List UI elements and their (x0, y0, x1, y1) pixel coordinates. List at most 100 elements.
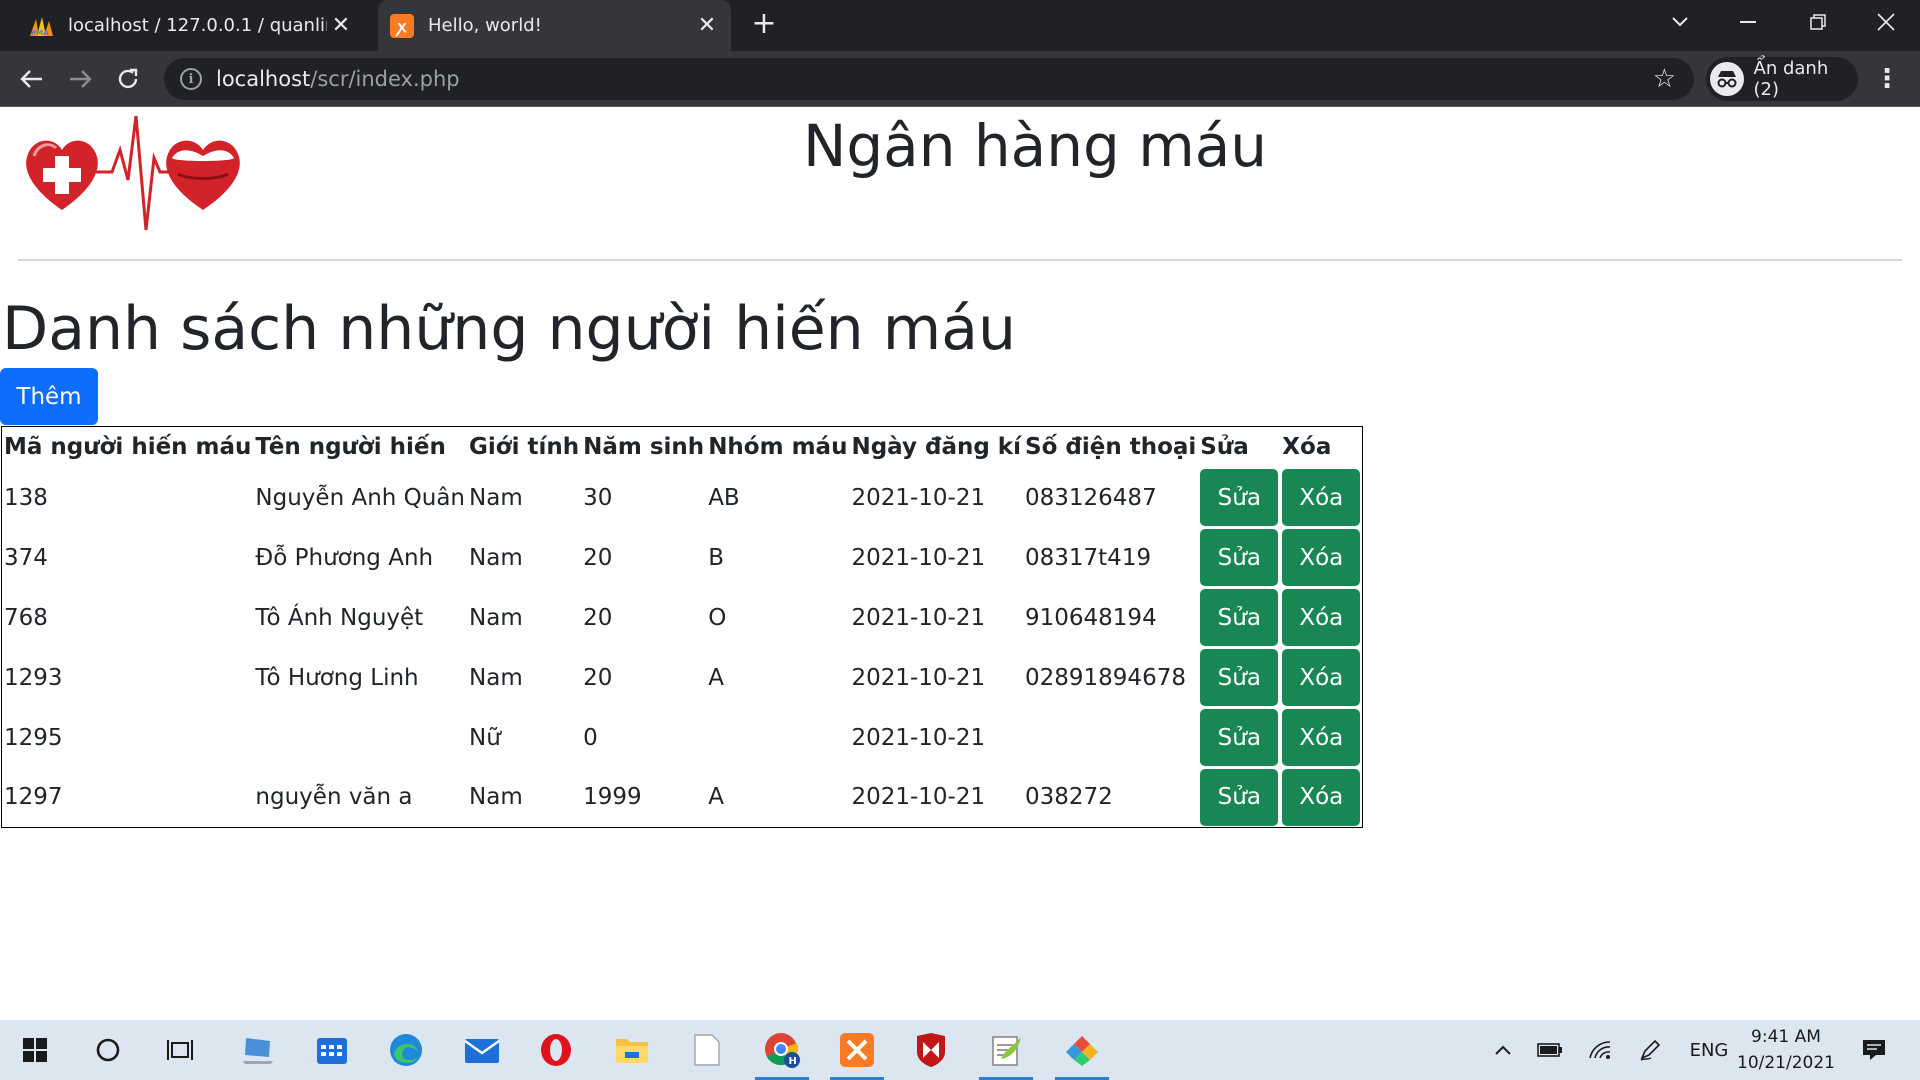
close-tab-icon[interactable]: ✕ (327, 13, 355, 38)
tab-search-chevron-icon[interactable] (1650, 0, 1710, 44)
chrome-browser-icon[interactable]: H (751, 1020, 813, 1080)
gender-cell: Nữ (469, 724, 501, 751)
reload-button[interactable] (108, 59, 148, 99)
notifications-icon[interactable] (1854, 1020, 1894, 1080)
search-circle-icon[interactable] (77, 1020, 139, 1080)
table-row: 768 Tô Ánh Nguyệt Nam 20 O 2021-10-21 91064819… (2, 588, 1363, 648)
incognito-icon (1710, 62, 1744, 96)
blank-document-icon[interactable] (676, 1020, 738, 1080)
svg-text:H: H (789, 1056, 797, 1067)
donor-id-cell: 374 (4, 544, 48, 571)
column-header: Sửa (1200, 434, 1249, 461)
restore-window-button[interactable] (1788, 0, 1848, 44)
delete-button[interactable]: Xóa (1282, 709, 1361, 766)
donor-name-cell: Tô Ánh Nguyệt (255, 604, 424, 631)
edit-button[interactable]: Sửa (1200, 649, 1279, 706)
blood-type-cell: B (708, 544, 724, 571)
site-info-icon[interactable]: i (180, 68, 202, 90)
phpmyadmin-icon: PMA (28, 15, 54, 37)
notepad-plus-plus-icon[interactable] (975, 1020, 1037, 1080)
add-donor-button[interactable]: Thêm (0, 368, 98, 425)
register-date-cell: 2021-10-21 (851, 604, 986, 631)
pen-input-icon[interactable] (1634, 1020, 1666, 1080)
site-title: Ngân hàng máu (802, 112, 1268, 180)
table-row: 1293 Tô Hương Linh Nam 20 A 2021-10-21 0289189… (2, 648, 1363, 708)
tab-hello-world[interactable]: ꭗ Hello, world! ✕ (378, 0, 731, 51)
delete-cell: Xóa (1280, 588, 1363, 648)
header-divider (18, 259, 1902, 261)
birth-year-cell: 0 (583, 724, 598, 751)
phone-cell: 08317t419 (1025, 544, 1152, 571)
windows-start-icon[interactable] (4, 1020, 66, 1080)
close-window-button[interactable] (1856, 0, 1916, 44)
donor-id-cell: 1297 (4, 784, 63, 811)
bookmark-star-icon[interactable]: ☆ (1653, 64, 1676, 94)
phone-cell (1023, 708, 1198, 768)
edit-cell: Sửa (1198, 588, 1280, 648)
delete-button[interactable]: Xóa (1282, 768, 1361, 826)
mcafee-shield-icon[interactable] (900, 1020, 962, 1080)
forward-button[interactable] (60, 59, 100, 99)
edit-button[interactable]: Sửa (1200, 469, 1279, 526)
edit-cell: Sửa (1198, 768, 1280, 828)
xampp-icon: ꭗ (390, 13, 414, 38)
browser-toolbar: i localhost/scr/index.php ☆ Ẩn danh (2) … (0, 51, 1920, 107)
system-clock[interactable]: 9:41 AM 10/21/2021 (1736, 1024, 1836, 1076)
birth-year-cell: 1999 (583, 784, 642, 811)
phone-cell: 02891894678 (1025, 664, 1186, 691)
file-explorer-icon[interactable] (601, 1020, 663, 1080)
column-header: Năm sinh (583, 434, 705, 461)
close-tab-icon[interactable]: ✕ (693, 13, 721, 38)
column-header: Tên người hiến (255, 434, 446, 461)
task-view-icon[interactable] (149, 1020, 211, 1080)
edge-browser-icon[interactable] (375, 1020, 437, 1080)
birth-year-cell: 20 (583, 544, 613, 571)
register-date-cell: 2021-10-21 (851, 784, 986, 811)
computer-app-icon[interactable] (227, 1020, 289, 1080)
battery-icon[interactable] (1534, 1020, 1566, 1080)
gender-cell: Nam (469, 604, 523, 631)
donor-id-cell: 1293 (4, 664, 63, 691)
new-tab-button[interactable]: + (748, 8, 780, 42)
delete-button[interactable]: Xóa (1282, 469, 1361, 526)
clock-time: 9:41 AM (1751, 1027, 1821, 1047)
gender-cell: Nam (469, 784, 523, 811)
gender-cell: Nam (469, 484, 523, 511)
minimize-window-button[interactable] (1718, 0, 1778, 44)
web-page: Ngân hàng máu Danh sách những người hiến… (0, 108, 1920, 1020)
edit-cell: Sửa (1198, 648, 1280, 708)
xampp-taskbar-icon[interactable] (826, 1020, 888, 1080)
donor-id-cell: 138 (4, 484, 48, 511)
tab-phpmyadmin[interactable]: PMA localhost / 127.0.0.1 / quanlingan ✕ (10, 0, 365, 51)
delete-cell: Xóa (1280, 648, 1363, 708)
edit-button[interactable]: Sửa (1200, 529, 1279, 586)
back-button[interactable] (12, 59, 52, 99)
delete-button[interactable]: Xóa (1282, 649, 1361, 706)
show-hidden-icons-chevron-icon[interactable] (1490, 1020, 1516, 1080)
calendar-app-icon[interactable] (301, 1020, 363, 1080)
edit-cell: Sửa (1198, 528, 1280, 588)
delete-button[interactable]: Xóa (1282, 589, 1361, 646)
register-date-cell: 2021-10-21 (851, 724, 986, 751)
input-language-indicator[interactable]: ENG (1684, 1020, 1734, 1080)
donor-name-cell: Tô Hương Linh (255, 664, 419, 691)
edit-button[interactable]: Sửa (1200, 589, 1279, 646)
edit-button[interactable]: Sửa (1200, 768, 1279, 826)
tab-title: Hello, world! (428, 15, 542, 36)
birth-year-cell: 20 (583, 664, 613, 691)
opera-browser-icon[interactable] (525, 1020, 587, 1080)
mail-app-icon[interactable] (451, 1020, 513, 1080)
edit-button[interactable]: Sửa (1200, 709, 1279, 766)
phone-cell: 910648194 (1025, 604, 1157, 631)
table-row: 138 Nguyễn Anh Quân Nam 30 AB 2021-10-21 08312… (2, 468, 1363, 528)
clock-date: 10/21/2021 (1737, 1053, 1835, 1073)
register-date-cell: 2021-10-21 (851, 484, 986, 511)
address-bar[interactable]: i localhost/scr/index.php ☆ (164, 58, 1694, 100)
delete-button[interactable]: Xóa (1282, 529, 1361, 586)
browser-menu-icon[interactable]: ⋮ (1872, 61, 1902, 97)
wifi-icon[interactable] (1584, 1020, 1616, 1080)
colorful-app-icon[interactable] (1051, 1020, 1113, 1080)
url-text: localhost/scr/index.php (216, 67, 460, 91)
incognito-profile-button[interactable]: Ẩn danh (2) (1706, 57, 1858, 101)
birth-year-cell: 20 (583, 604, 613, 631)
